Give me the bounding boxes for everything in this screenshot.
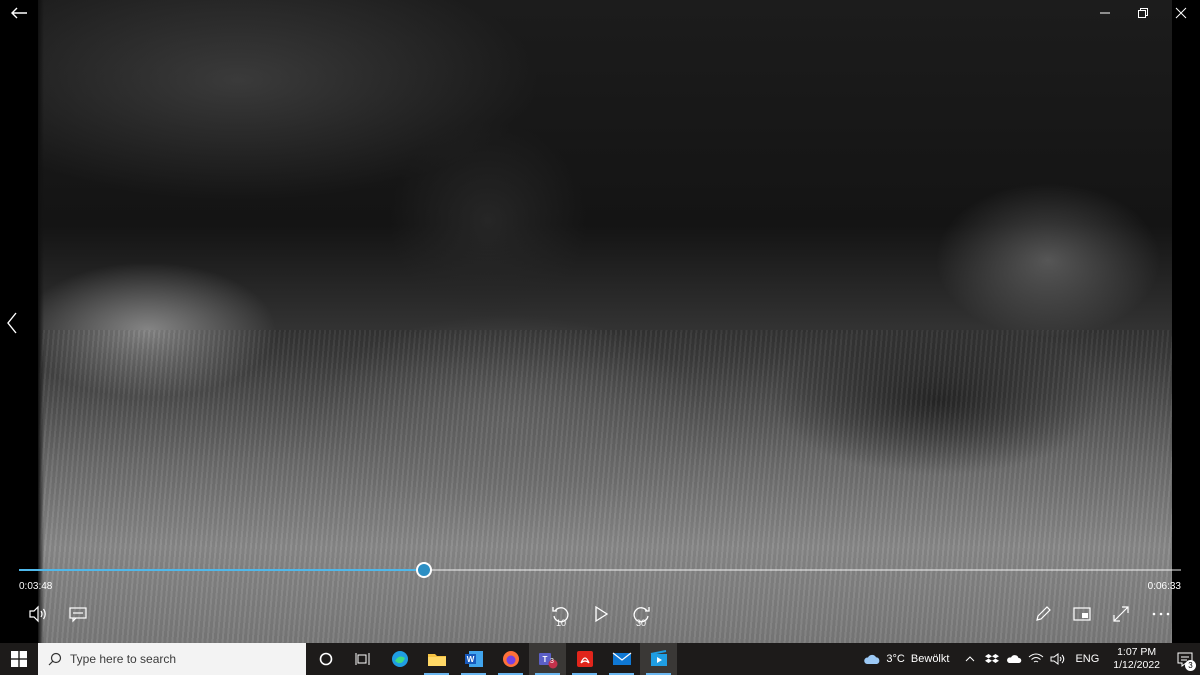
clock-date: 1/12/2022 <box>1113 659 1160 671</box>
minimize-button[interactable] <box>1086 0 1124 26</box>
current-time: 0:03:48 <box>19 581 53 592</box>
volume-tray-button[interactable] <box>1050 651 1066 667</box>
edge-icon <box>391 651 408 667</box>
seek-progress <box>19 569 425 571</box>
back-button[interactable] <box>8 4 30 22</box>
picture-in-picture-icon <box>1073 607 1091 621</box>
cortana-button[interactable] <box>307 643 344 675</box>
clock[interactable]: 1:07 PM 1/12/2022 <box>1113 646 1160 672</box>
close-button[interactable] <box>1162 0 1200 26</box>
search-placeholder: Type here to search <box>70 652 177 666</box>
total-time: 0:06:33 <box>1147 581 1181 592</box>
mail-icon <box>612 652 631 665</box>
skip-back-button[interactable]: 10 <box>547 600 575 628</box>
teams-badge: 3 <box>550 658 554 665</box>
taskbar-search[interactable]: Type here to search <box>38 643 306 675</box>
onedrive-tray-button[interactable] <box>1006 651 1022 667</box>
seek-thumb[interactable] <box>416 562 433 578</box>
expand-icon <box>1113 606 1129 622</box>
dropbox-tray-button[interactable] <box>984 651 1000 667</box>
teams-icon: T <box>538 653 557 669</box>
teams-taskbar-button[interactable]: T 3 <box>529 643 566 675</box>
weather-text: 3°C Bewölkt <box>886 653 950 665</box>
edit-button[interactable] <box>1029 600 1057 628</box>
firefox-icon <box>502 651 519 667</box>
weather-widget[interactable]: 3°C Bewölkt <box>863 653 949 665</box>
pencil-icon <box>1036 606 1051 621</box>
volume-button[interactable] <box>24 600 52 628</box>
mail-taskbar-button[interactable] <box>603 643 640 675</box>
dropbox-icon <box>985 654 1000 663</box>
word-taskbar-button[interactable]: W <box>455 643 492 675</box>
acrobat-icon <box>576 651 593 667</box>
wifi-icon <box>1029 653 1044 663</box>
video-edge <box>38 0 44 643</box>
movies-tv-icon <box>650 650 667 666</box>
cloud-icon <box>864 654 880 664</box>
cortana-icon <box>319 652 332 666</box>
close-icon <box>1175 7 1187 19</box>
seek-bar[interactable] <box>19 562 1181 578</box>
clock-time: 1:07 PM <box>1117 646 1157 658</box>
mini-view-button[interactable] <box>1068 600 1096 628</box>
restore-icon <box>1138 8 1148 18</box>
captions-icon <box>69 607 87 623</box>
edge-taskbar-button[interactable] <box>381 643 418 675</box>
folder-icon <box>427 654 446 666</box>
start-button[interactable] <box>0 643 38 675</box>
play-button[interactable] <box>587 600 615 628</box>
task-view-button[interactable] <box>344 643 381 675</box>
skip-forward-button[interactable]: 30 <box>627 600 655 628</box>
chevron-up-icon <box>966 656 975 662</box>
video-content-texture <box>38 330 1172 643</box>
show-hidden-icons-button[interactable] <box>962 651 978 667</box>
restore-button[interactable] <box>1124 0 1162 26</box>
taskbar: Type here to search W T 3 3°C Bewölkt EN… <box>0 643 1200 675</box>
video-frame[interactable] <box>0 0 1200 643</box>
task-view-icon <box>355 653 369 665</box>
chevron-left-icon <box>7 312 17 334</box>
action-center-button[interactable]: 3 <box>1170 643 1200 675</box>
more-icon <box>1152 612 1170 616</box>
network-tray-button[interactable] <box>1028 651 1044 667</box>
movies-tv-taskbar-button[interactable] <box>640 643 677 675</box>
play-icon <box>595 605 609 623</box>
subtitles-button[interactable] <box>64 600 92 628</box>
notification-badge: 3 <box>1185 660 1196 671</box>
skip-forward-label: 30 <box>635 618 647 628</box>
arrow-left-icon <box>11 7 27 19</box>
firefox-taskbar-button[interactable] <box>492 643 529 675</box>
file-explorer-taskbar-button[interactable] <box>418 643 455 675</box>
svg-text:T: T <box>542 655 547 664</box>
input-language[interactable]: ENG <box>1075 653 1099 665</box>
more-options-button[interactable] <box>1147 600 1175 628</box>
window-controls <box>1086 0 1200 26</box>
onedrive-icon <box>1007 655 1022 663</box>
svg-text:W: W <box>466 655 474 664</box>
previous-button[interactable] <box>3 310 21 336</box>
acrobat-taskbar-button[interactable] <box>566 643 603 675</box>
system-tray: 3°C Bewölkt ENG 1:07 PM 1/12/2022 3 <box>863 643 1200 675</box>
fullscreen-button[interactable] <box>1107 600 1135 628</box>
windows-logo-icon <box>11 651 27 667</box>
skip-back-label: 10 <box>555 618 567 628</box>
word-icon: W <box>464 651 483 667</box>
minimize-icon <box>1100 12 1110 14</box>
speaker-icon <box>1050 653 1065 665</box>
volume-icon <box>29 605 46 623</box>
search-icon <box>48 652 62 666</box>
